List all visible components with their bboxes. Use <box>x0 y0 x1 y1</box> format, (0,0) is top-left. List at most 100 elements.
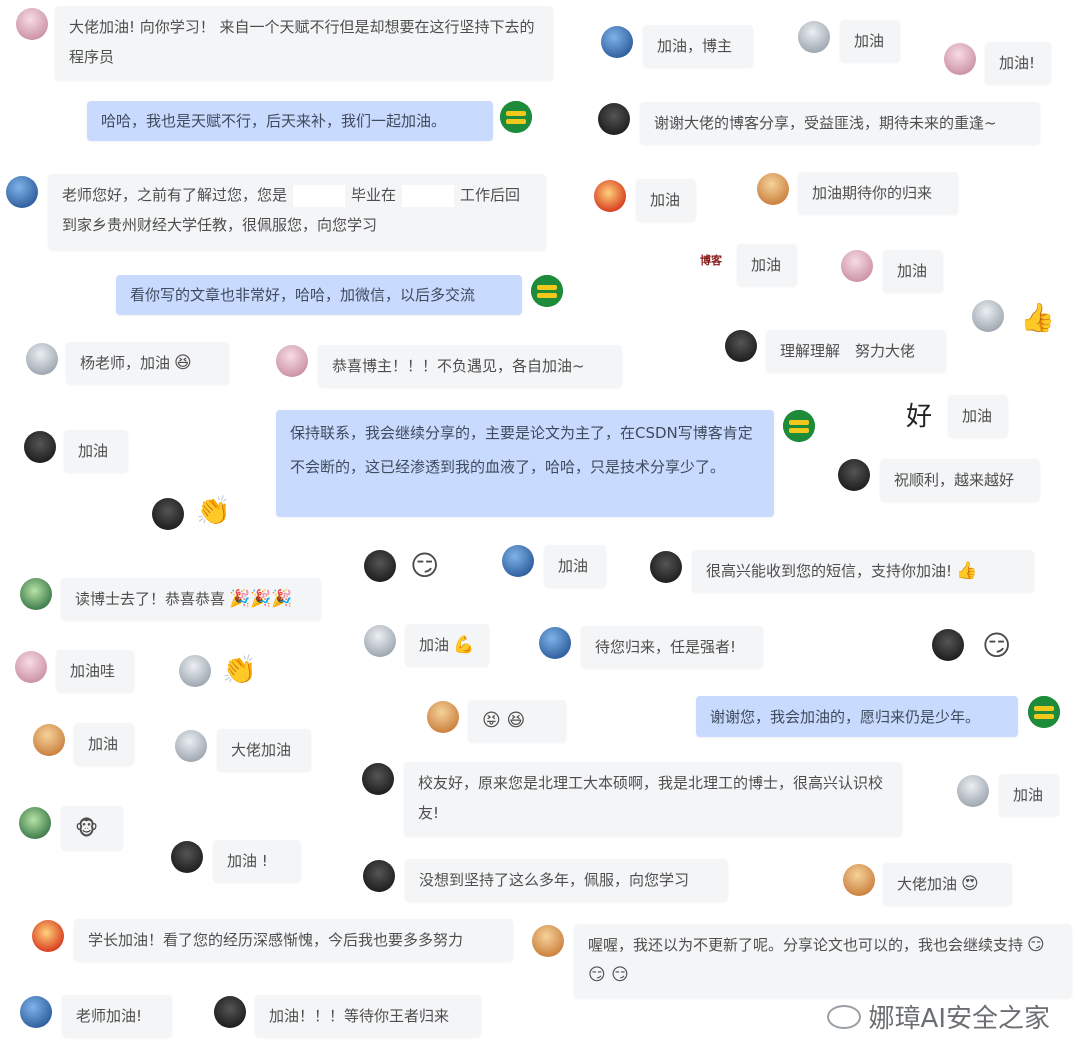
comment-text: 加油 <box>650 191 681 209</box>
monkey-emoji: 🐵 <box>75 816 99 840</box>
avatar[interactable] <box>175 730 207 762</box>
comment-bubble: 加油 <box>636 179 696 221</box>
avatar[interactable] <box>32 920 64 952</box>
comment-bubble: 大佬加油! 向你学习！ 来自一个天赋不行但是却想要在这行坚持下去的程序员 <box>55 6 553 80</box>
comment-bubble: 加油 <box>64 430 128 472</box>
comment-bubble: 加油 <box>883 250 943 292</box>
comment-bubble: 加油 ! <box>213 840 301 882</box>
heart-eyes-emoji: 😍 <box>961 874 979 894</box>
thumbs-up-emoji: 👍 <box>1020 301 1055 334</box>
firecracker-icons: 🎉🎉🎉 <box>229 589 293 609</box>
avatar[interactable] <box>15 651 47 683</box>
comment-text: 加油，博主 <box>657 37 733 55</box>
comment-bubble: 加油 <box>544 545 606 587</box>
avatar[interactable] <box>841 250 873 282</box>
avatar[interactable] <box>843 864 875 896</box>
comment-text: 加油 ! <box>227 852 268 870</box>
avatar[interactable] <box>362 763 394 795</box>
comment-bubble: 加油! <box>985 42 1051 84</box>
comment-bubble: 老师加油! <box>62 995 172 1037</box>
comment-text: 大佬加油 <box>897 875 958 893</box>
comment-text: 加油 <box>419 636 450 654</box>
comment-text: 加油 <box>88 735 119 753</box>
avatar[interactable] <box>276 345 308 377</box>
emoji-bubble: 🐵 <box>61 806 123 850</box>
reply-bubble: 保持联系，我会继续分享的，主要是论文为主了，在CSDN写博客肯定不会断的，这已经… <box>276 410 774 517</box>
comment-text: 加油 <box>897 262 928 280</box>
comment-bubble: 喔喔，我还以为不更新了呢。分享论文也可以的，我也会继续支持 😏 😏 😏 <box>574 924 1072 998</box>
comment-text: 加油期待你的归来 <box>812 184 933 202</box>
comment-text: 谢谢大佬的博客分享，受益匪浅，期待未来的重逢~ <box>654 114 997 132</box>
comment-bubble: 大佬加油 😍 <box>883 863 1012 905</box>
avatar[interactable] <box>19 807 51 839</box>
comment-bubble: 很高兴能收到您的短信，支持你加油! 👍 <box>692 550 1034 592</box>
wechat-icon <box>826 1004 861 1029</box>
comment-text: 杨老师，加油 <box>80 354 171 372</box>
avatar[interactable] <box>725 330 757 362</box>
avatar[interactable] <box>20 996 52 1028</box>
good-character: 好 <box>906 402 933 432</box>
thumbs-up-emoji: 👍 <box>956 561 978 581</box>
blog-logo-avatar[interactable]: 博客 <box>692 250 730 272</box>
clap-emoji: 👏 <box>196 494 231 527</box>
comment-text: 老师您好，之前有了解过您，您是 毕业在 工作后回到家乡贵州财经大学任教，很佩服您，向… <box>62 184 521 234</box>
avatar[interactable] <box>152 498 184 530</box>
avatar[interactable] <box>650 551 682 583</box>
laugh-emojis: 😝 😆 <box>482 710 526 731</box>
avatar[interactable] <box>532 925 564 957</box>
avatar[interactable] <box>502 545 534 577</box>
avatar[interactable] <box>24 431 56 463</box>
avatar[interactable] <box>364 550 396 582</box>
avatar[interactable] <box>20 578 52 610</box>
avatar[interactable] <box>798 21 830 53</box>
comment-text: 没想到坚持了这么多年，佩服，向您学习 <box>419 871 690 889</box>
comment-text: 校友好，原来您是北理工大本硕啊，我是北理工的博士，很高兴认识校友! <box>418 774 884 822</box>
comment-text: 加油 <box>558 557 589 575</box>
avatar[interactable] <box>932 629 964 661</box>
comment-bubble: 加油 <box>999 774 1059 816</box>
avatar[interactable] <box>16 8 48 40</box>
author-avatar[interactable] <box>531 275 563 307</box>
avatar[interactable] <box>539 627 571 659</box>
comment-bubble: 没想到坚持了这么多年，佩服，向您学习 <box>405 859 728 901</box>
sly-face-emoji: 😏 <box>410 549 440 582</box>
reply-bubble: 看你写的文章也非常好，哈哈，加微信，以后多交流 <box>116 275 522 315</box>
avatar[interactable] <box>179 655 211 687</box>
muscle-emoji: 💪 <box>453 635 475 655</box>
avatar[interactable] <box>26 343 58 375</box>
avatar[interactable] <box>594 180 626 212</box>
watermark: 娜璋AI安全之家 <box>826 998 1050 1035</box>
reply-text: 谢谢您，我会加油的，愿归来仍是少年。 <box>710 707 981 726</box>
comment-bubble: 加油！！！等待你王者归来 <box>255 995 481 1037</box>
emoji-bubble: 😝 😆 <box>468 700 566 742</box>
avatar[interactable] <box>838 459 870 491</box>
author-avatar[interactable] <box>783 410 815 442</box>
comment-text: 大佬加油! 向你学习！ 来自一个天赋不行但是却想要在这行坚持下去的程序员 <box>69 18 535 66</box>
comment-text: 很高兴能收到您的短信，支持你加油! <box>706 562 953 580</box>
comment-bubble: 读博士去了！恭喜恭喜 🎉🎉🎉 <box>61 578 321 620</box>
comment-text: 读博士去了！恭喜恭喜 <box>75 590 226 608</box>
avatar[interactable] <box>363 860 395 892</box>
avatar[interactable] <box>171 841 203 873</box>
avatar[interactable] <box>972 300 1004 332</box>
avatar[interactable] <box>214 996 246 1028</box>
avatar[interactable] <box>957 775 989 807</box>
comment-bubble: 加油 <box>948 395 1008 437</box>
author-avatar[interactable] <box>500 101 532 133</box>
avatar[interactable] <box>6 176 38 208</box>
avatar[interactable] <box>757 173 789 205</box>
avatar[interactable] <box>598 103 630 135</box>
author-avatar[interactable] <box>1028 696 1060 728</box>
comment-text: 祝顺利，越来越好 <box>894 471 1015 489</box>
comment-bubble: 加油，博主 <box>643 25 753 67</box>
avatar[interactable] <box>364 625 396 657</box>
avatar[interactable] <box>601 26 633 58</box>
grin-emoji: 😆 <box>174 353 192 373</box>
clap-emoji: 👏 <box>222 653 257 686</box>
comment-text: 理解理解 努力大佬 <box>780 342 916 360</box>
avatar[interactable] <box>427 701 459 733</box>
avatar[interactable] <box>33 724 65 756</box>
comment-bubble: 加油 💪 <box>405 624 489 666</box>
comment-bubble: 待您归来，任是强者! <box>581 626 763 668</box>
avatar[interactable] <box>944 43 976 75</box>
